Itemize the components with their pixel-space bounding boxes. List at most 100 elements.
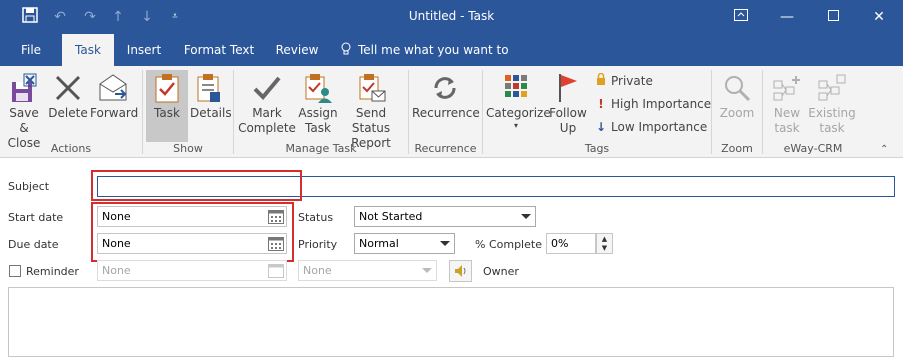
group-label-show: Show [173,142,203,155]
delete-icon [48,70,88,106]
new-task-label: New task [773,106,801,135]
priority-select[interactable]: Normal [354,233,455,254]
categorize-label: Categorize [486,106,551,120]
reminder-label: Reminder [26,265,79,278]
reminder-date-value: None [102,264,131,277]
status-value: Not Started [359,210,423,223]
task-body-textarea[interactable] [8,287,894,357]
priority-value: Normal [359,237,399,250]
checkmark-icon [238,70,296,106]
delete-label: Delete [48,106,88,120]
tab-review[interactable]: Review [272,34,322,66]
maximize-icon[interactable] [810,0,856,34]
group-label-manage-task: Manage Task [285,142,357,155]
save-close-icon [3,70,45,106]
private-button[interactable]: Private [593,72,653,90]
forward-label: Forward [90,106,139,120]
group-label-recurrence: Recurrence [414,142,477,155]
follow-up-button[interactable]: Follow Up [548,70,588,142]
assign-task-button[interactable]: Assign Task [297,70,339,142]
details-button[interactable]: Details [190,70,232,142]
owner-label: Owner [483,265,519,278]
subject-highlight-box [91,170,302,201]
reminder-date-field[interactable]: None [97,260,287,281]
delete-button[interactable]: Delete [48,70,88,142]
high-importance-button[interactable]: ! High Importance [593,95,711,113]
existing-task-label: Existing task [808,106,856,135]
due-date-label: Due date [8,238,59,251]
collapse-ribbon-icon[interactable]: ⌃ [880,144,888,155]
ribbon-display-options-icon[interactable] [718,0,764,34]
low-importance-label: Low Importance [611,120,708,134]
forward-icon [90,70,136,106]
title-bar: ↶ ↷ ↑ ↓ ⩡ Untitled - Task — ✕ [0,0,903,34]
percent-complete-label: % Complete [475,238,542,251]
exclamation-icon: ! [598,97,604,111]
reminder-time-select[interactable]: None [298,260,437,281]
priority-label: Priority [298,238,338,251]
assign-task-icon [297,70,339,106]
tab-insert[interactable]: Insert [122,34,166,66]
calendar-icon [268,263,284,278]
follow-up-label: Follow Up [549,106,587,135]
existing-task-icon [808,70,856,106]
speaker-icon [454,265,465,277]
tab-file[interactable]: File [12,34,50,66]
new-task-icon [767,70,807,106]
save-close-button[interactable]: Save & Close [3,70,45,150]
down-arrow-icon: ↓ [595,120,607,134]
high-importance-label: High Importance [611,97,712,111]
start-date-label: Start date [8,211,64,224]
send-status-report-button[interactable]: Send Status Report [339,70,403,150]
tell-me-search[interactable]: Tell me what you want to do [340,34,520,89]
percent-complete-stepper[interactable]: ▲ ▼ [596,233,613,254]
status-select[interactable]: Not Started [354,206,536,227]
magnifier-icon [716,70,758,106]
flag-icon [548,70,588,106]
reminder-time-value: None [303,264,332,277]
group-label-eway-crm: eWay-CRM [783,142,843,155]
categorize-button[interactable]: Categorize ▾ [486,70,551,142]
recurrence-label: Recurrence [412,106,480,120]
show-task-label: Task [154,106,180,120]
ribbon: Save & Close Delete Forward Actions Task… [0,66,903,158]
zoom-label: Zoom [719,106,755,120]
reminder-sound-button[interactable] [449,260,472,282]
zoom-button[interactable]: Zoom [716,70,758,142]
mark-complete-label: Mark Complete [238,106,296,135]
lock-icon [593,72,609,90]
task-clipboard-icon [146,70,188,106]
task-form: Subject Start date None Due date None St… [0,159,903,357]
stepper-down-icon[interactable]: ▼ [597,244,612,253]
minimize-icon[interactable]: — [764,0,810,34]
recurrence-button[interactable]: Recurrence [412,70,480,142]
chevron-down-icon [440,241,450,246]
ribbon-tabs: File Task Insert Format Text Review Tell… [0,34,903,89]
dates-highlight-box [91,202,294,262]
percent-complete-input[interactable]: 0% [546,233,596,254]
stepper-up-icon[interactable]: ▲ [597,234,612,244]
group-label-actions: Actions [50,142,92,155]
chevron-down-icon [521,214,531,219]
recurrence-icon [412,70,478,106]
assign-task-label: Assign Task [298,106,338,135]
tab-format-text[interactable]: Format Text [178,34,260,66]
close-icon[interactable]: ✕ [856,0,902,34]
chevron-down-icon: ▾ [513,121,518,130]
categorize-icon [486,70,546,106]
new-task-button[interactable]: New task [767,70,807,142]
mark-complete-button[interactable]: Mark Complete [238,70,296,142]
subject-label: Subject [8,180,50,193]
tab-task[interactable]: Task [62,34,114,66]
chevron-down-icon [422,268,432,273]
show-task-button[interactable]: Task [146,70,188,142]
status-report-icon [339,70,403,106]
low-importance-button[interactable]: ↓ Low Importance [593,118,707,136]
existing-task-button[interactable]: Existing task [808,70,856,142]
reminder-checkbox[interactable] [9,265,21,277]
private-label: Private [611,74,653,88]
status-label: Status [298,211,334,224]
group-label-tags: Tags [584,142,610,155]
lightbulb-icon [340,34,358,66]
forward-button[interactable]: Forward [90,70,139,142]
